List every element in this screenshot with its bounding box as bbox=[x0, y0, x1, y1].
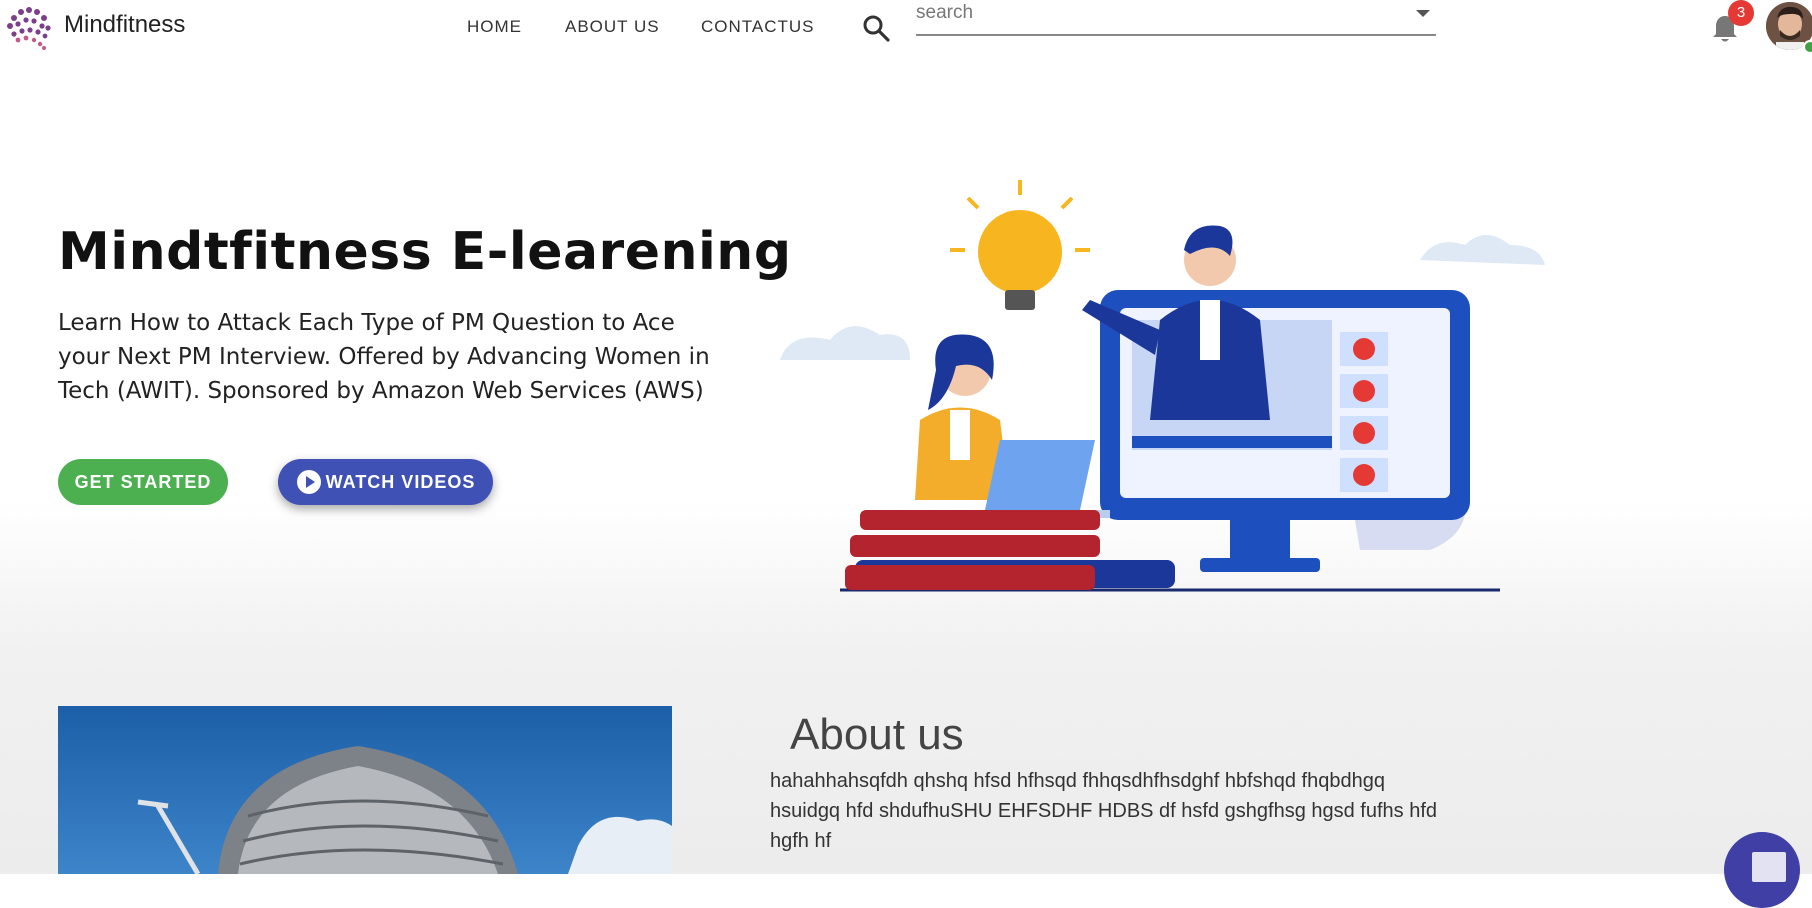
about-title: About us bbox=[790, 710, 964, 759]
online-status-dot bbox=[1803, 40, 1812, 54]
lightbulb-icon bbox=[950, 180, 1090, 310]
search-input[interactable] bbox=[916, 2, 1396, 24]
watch-videos-button[interactable]: WATCH VIDEOS bbox=[278, 459, 493, 505]
notification-badge: 3 bbox=[1728, 0, 1754, 26]
watch-videos-label: WATCH VIDEOS bbox=[325, 471, 476, 492]
brand-name[interactable]: Mindfitness bbox=[64, 11, 185, 39]
get-started-button[interactable]: GET STARTED bbox=[58, 459, 228, 505]
nav-contact-us[interactable]: CONTACTUS bbox=[701, 17, 815, 37]
brain-logo-icon[interactable] bbox=[4, 4, 52, 50]
chevron-down-icon[interactable] bbox=[1416, 10, 1430, 17]
search-icon[interactable] bbox=[861, 13, 891, 43]
search-autocomplete[interactable] bbox=[916, 0, 1436, 36]
nav-home[interactable]: HOME bbox=[467, 17, 522, 37]
elearning-illustration bbox=[780, 180, 1545, 592]
hero-description: Learn How to Attack Each Type of PM Ques… bbox=[58, 310, 710, 404]
nav-about-us[interactable]: ABOUT US bbox=[565, 17, 660, 37]
get-started-label: GET STARTED bbox=[74, 471, 212, 492]
building-image bbox=[58, 706, 672, 874]
hero-title: Mindtfitness E-learening bbox=[58, 222, 792, 282]
about-text: hahahhahsqfdh qhshq hfsd hfhsqd fhhqsdhf… bbox=[770, 770, 1438, 852]
chat-icon[interactable] bbox=[1752, 852, 1786, 882]
top-app-bar: Mindfitness HOME ABOUT US CONTACTUS 3 bbox=[0, 0, 1812, 56]
play-circle-icon bbox=[296, 470, 321, 494]
